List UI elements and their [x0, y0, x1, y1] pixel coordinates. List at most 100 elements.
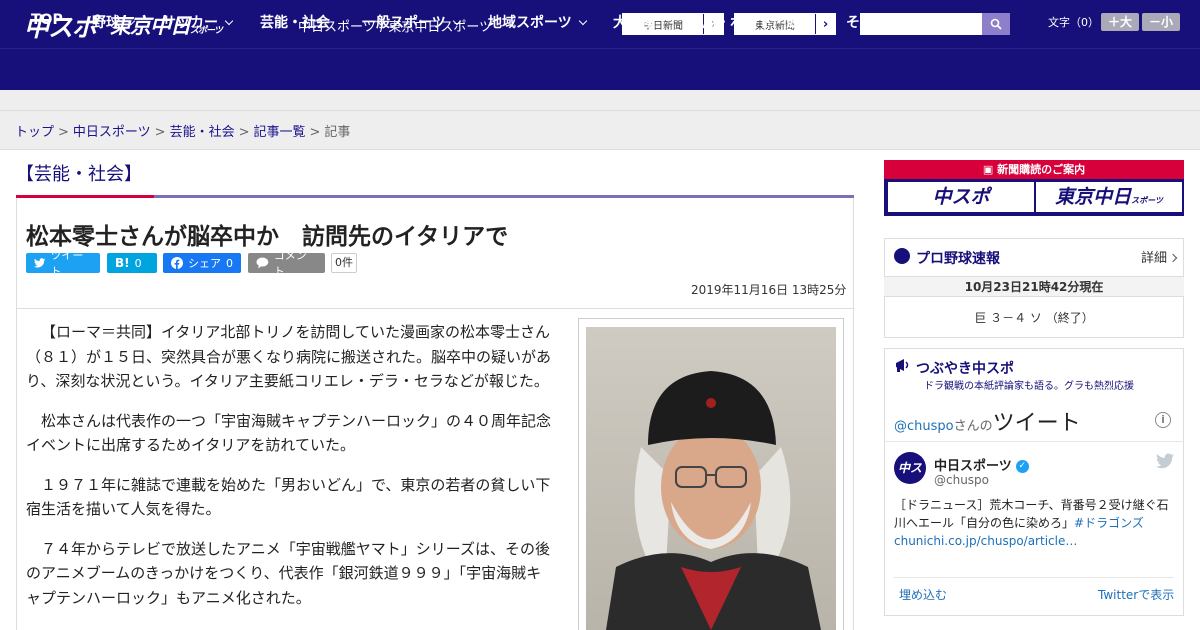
- twitter-bird-icon[interactable]: [1156, 453, 1174, 469]
- breadcrumb-entertainment[interactable]: 芸能・社会: [170, 125, 235, 140]
- baseball-icon: [894, 248, 910, 264]
- view-on-twitter-link[interactable]: Twitterで表示: [1098, 586, 1174, 603]
- facebook-icon: [171, 257, 183, 269]
- comment-bubble-icon: [256, 257, 269, 269]
- info-icon[interactable]: i: [1155, 412, 1171, 428]
- twitter-handle-link[interactable]: @chuspo: [894, 419, 954, 434]
- nav-label: サッカー: [162, 15, 218, 31]
- twitter-account-at[interactable]: @chuspo: [934, 473, 989, 487]
- subscription-heading-text: 新聞購読のご案内: [997, 163, 1086, 176]
- article-date: 2019年11月16日 13時25分: [691, 283, 847, 297]
- nav-soccer[interactable]: サッカー: [162, 12, 234, 32]
- twitter-box-title: つぶやき中スポ: [916, 361, 1014, 377]
- breadcrumb-current: 記事: [324, 125, 351, 140]
- tweet-text: ［ドラニュース］荒木コーチ、背番号２受け継ぐ石川へエール「自分の色に染めろ」#ド…: [894, 496, 1174, 550]
- newspaper-icon: ▣: [982, 163, 998, 176]
- detail-label: 詳細: [1141, 251, 1168, 266]
- nav-racing[interactable]: 競馬・ボート・競輪: [688, 12, 814, 32]
- chevron-down-icon: [224, 16, 234, 26]
- tweet-button[interactable]: ツイート: [26, 249, 100, 278]
- avatar[interactable]: 中スポ: [894, 452, 926, 507]
- megaphone-icon: [896, 359, 909, 372]
- twitter-bird-icon: [34, 258, 46, 268]
- article-body: 【ローマ＝共同】イタリア北部トリノを訪問していた漫画家の松本零士さん（８１）が１…: [26, 320, 556, 625]
- breadcrumb-article-list[interactable]: 記事一覧: [254, 125, 306, 140]
- font-larger-button[interactable]: ＋大: [1101, 13, 1139, 31]
- facebook-share-button[interactable]: シェア 0: [163, 253, 241, 273]
- article-headline: 松本零士さんが脳卒中か 訪問先のイタリアで: [26, 224, 509, 250]
- nav-other[interactable]: その他: [846, 12, 904, 32]
- verified-icon: ✓: [1015, 460, 1029, 473]
- facebook-label: シェア: [188, 257, 221, 270]
- nav-label: 野球: [92, 15, 120, 31]
- twitter-box-subtitle: ドラ観戦の本紙評論家も語る。グラも熱烈応援: [924, 381, 1134, 392]
- nav-label: TOP: [31, 12, 63, 28]
- hatena-count: 0: [134, 256, 142, 270]
- account-name-text: 中日スポーツ: [934, 459, 1012, 474]
- article-paragraph: 松本さんは代表作の一つ「宇宙海賊キャプテンハーロック」の４０周年記念イベントに出…: [26, 411, 552, 455]
- tweet-link[interactable]: chunichi.co.jp/chuspo/article…: [894, 534, 1077, 548]
- nav-label: 競馬・ボート・競輪: [688, 15, 814, 31]
- divider: [884, 441, 1184, 442]
- nav-label: 一般スポーツ: [362, 15, 446, 31]
- breadcrumb-top[interactable]: トップ: [15, 125, 54, 140]
- chevron-right-icon: [1168, 253, 1178, 263]
- hatena-icon: B!: [115, 256, 130, 270]
- chevron-down-icon: [578, 16, 587, 26]
- section-title: 【芸能・社会】: [16, 164, 142, 185]
- nav-general-sports[interactable]: 一般スポーツ: [362, 12, 461, 32]
- font-size-label: 文字（0）: [1048, 16, 1099, 29]
- nav-label: 大相撲: [613, 15, 655, 31]
- facebook-count: 0: [226, 256, 233, 270]
- tweet-hashtag[interactable]: #ドラゴンズ: [1074, 516, 1144, 530]
- score-timestamp: 10月23日21時42分現在: [884, 276, 1184, 297]
- subscription-heading: ▣ 新聞購読のご案内: [884, 160, 1184, 179]
- breadcrumb-separator: >: [238, 125, 250, 140]
- article-paragraph: １９７１年に雑誌で連載を始めた「男おいどん」で、東京の若者の貧しい下宿生活を描い…: [26, 475, 551, 519]
- nav-top[interactable]: TOP: [31, 12, 63, 28]
- article-photo[interactable]: [586, 327, 836, 630]
- nav-baseball[interactable]: 野球: [92, 12, 136, 32]
- divider: [0, 110, 1200, 111]
- subscribe-chuspo-link[interactable]: 中スポ: [888, 182, 1034, 212]
- embed-link[interactable]: 埋め込む: [899, 586, 947, 603]
- comment-button[interactable]: コメント: [248, 249, 325, 278]
- breadcrumb: トップ > 中日スポーツ > 芸能・社会 > 記事一覧 > 記事: [15, 121, 350, 140]
- nav-entertainment[interactable]: 芸能・社会: [260, 12, 330, 32]
- chevron-down-icon: [126, 16, 136, 26]
- breadcrumb-separator: >: [309, 125, 321, 140]
- nav-sumo[interactable]: 大相撲: [613, 12, 655, 32]
- tweet-word: ツイート: [992, 411, 1081, 436]
- divider: [16, 308, 854, 309]
- subscribe-tokyo-link[interactable]: 東京中日スポーツ: [1036, 182, 1182, 212]
- score-line[interactable]: 巨 ３－４ ソ （終了）: [884, 309, 1184, 326]
- search-icon: [990, 18, 1002, 30]
- baseball-title: プロ野球速報: [916, 251, 1000, 267]
- chevron-down-icon: [452, 16, 461, 26]
- breadcrumb-band: [0, 90, 1200, 150]
- nav-local-sports[interactable]: 地域スポーツ: [488, 12, 587, 32]
- font-smaller-button[interactable]: －小: [1142, 13, 1180, 31]
- subscribe-tokyo-text: 東京中日: [1055, 186, 1132, 208]
- hatena-bookmark-button[interactable]: B! 0: [107, 253, 157, 273]
- baseball-detail-link[interactable]: 詳細: [1141, 247, 1178, 266]
- twitter-account-name[interactable]: 中日スポーツ ✓: [934, 455, 1029, 474]
- divider: [894, 577, 1174, 578]
- tweet-label: ツイート: [50, 249, 84, 278]
- comment-count: 0件: [331, 253, 357, 273]
- chevron-down-icon: [894, 16, 904, 26]
- chevron-right-icon: ›: [815, 14, 835, 34]
- nav-label: 地域スポーツ: [488, 15, 572, 31]
- portrait-image: [586, 327, 836, 630]
- breadcrumb-separator: >: [58, 125, 69, 140]
- article-paragraph: ７４年からテレビで放送したアニメ「宇宙戦艦ヤマト」シリーズは、その後のアニメブー…: [26, 539, 550, 607]
- subscribe-tokyo-small: スポーツ: [1131, 196, 1163, 205]
- nav-label: 芸能・社会: [260, 15, 330, 31]
- breadcrumb-chuspo[interactable]: 中日スポーツ: [73, 125, 151, 140]
- twitter-handle-line: @chuspoさんのツイート: [894, 405, 1081, 437]
- article-paragraph: 【ローマ＝共同】イタリア北部トリノを訪問していた漫画家の松本零士さん（８１）が１…: [26, 323, 552, 390]
- comment-label: コメント: [273, 249, 307, 278]
- search-button[interactable]: [982, 13, 1010, 35]
- twitter-handle-suffix: さんの: [953, 419, 993, 434]
- nav-label: その他: [846, 15, 888, 31]
